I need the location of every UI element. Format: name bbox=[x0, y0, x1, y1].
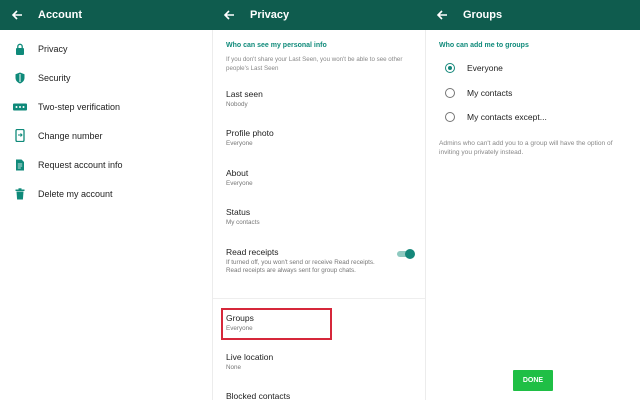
privacy-section-note: If you don't share your Last Seen, you w… bbox=[226, 56, 403, 72]
panel-divider bbox=[425, 30, 426, 400]
account-item-label: Security bbox=[38, 72, 71, 83]
option-my-contacts[interactable]: My contacts bbox=[445, 83, 630, 103]
item-title: Read receipts bbox=[226, 247, 279, 257]
groups-appbar: Groups bbox=[425, 0, 640, 30]
option-label: Everyone bbox=[467, 63, 503, 73]
done-button[interactable]: DONE bbox=[513, 370, 553, 391]
privacy-section-header: Who can see my personal info bbox=[226, 42, 327, 49]
trash-icon bbox=[12, 186, 28, 202]
item-subtitle: My contacts bbox=[226, 219, 260, 226]
privacy-item-read-receipts[interactable]: Read receipts If turned off, you won't s… bbox=[226, 247, 391, 276]
account-panel: Privacy Security Two-step verification C… bbox=[0, 30, 212, 400]
option-my-contacts-except[interactable]: My contacts except... bbox=[445, 107, 630, 127]
account-item-privacy[interactable]: Privacy bbox=[0, 34, 212, 63]
item-subtitle: Everyone bbox=[226, 140, 253, 147]
radio-unselected-icon bbox=[445, 112, 455, 122]
item-subtitle: Everyone bbox=[226, 325, 253, 332]
item-title: Blocked contacts bbox=[226, 391, 291, 400]
account-appbar: Account bbox=[0, 0, 212, 30]
account-item-two-step-verification[interactable]: Two-step verification bbox=[0, 92, 212, 121]
item-subtitle: None bbox=[226, 364, 242, 371]
item-title: Last seen bbox=[226, 89, 263, 99]
account-item-label: Delete my account bbox=[38, 188, 113, 199]
privacy-title: Privacy bbox=[250, 9, 290, 21]
screen: Account Privacy Groups Privacy Security bbox=[0, 0, 640, 400]
item-title: Live location bbox=[226, 352, 274, 362]
groups-title: Groups bbox=[463, 9, 503, 21]
account-item-label: Change number bbox=[38, 130, 103, 141]
option-label: My contacts bbox=[467, 88, 513, 98]
option-label: My contacts except... bbox=[467, 112, 547, 122]
groups-section-header: Who can add me to groups bbox=[439, 42, 529, 49]
privacy-item-live-location[interactable]: Live location None bbox=[226, 352, 415, 372]
account-item-delete-my-account[interactable]: Delete my account bbox=[0, 179, 212, 208]
privacy-item-about[interactable]: About Everyone bbox=[226, 168, 415, 188]
item-title: Status bbox=[226, 207, 251, 217]
privacy-item-groups[interactable]: Groups Everyone bbox=[226, 313, 415, 333]
privacy-item-blocked-contacts[interactable]: Blocked contacts bbox=[226, 391, 415, 400]
privacy-item-status[interactable]: Status My contacts bbox=[226, 207, 415, 227]
item-subtitle: If turned off, you won't send or receive… bbox=[226, 259, 375, 275]
account-title: Account bbox=[38, 9, 82, 21]
document-icon bbox=[12, 157, 28, 173]
groups-panel: Who can add me to groups Everyone My con… bbox=[425, 30, 640, 400]
account-item-request-account-info[interactable]: Request account info bbox=[0, 150, 212, 179]
account-item-change-number[interactable]: Change number bbox=[0, 121, 212, 150]
back-arrow-icon[interactable] bbox=[222, 8, 236, 22]
privacy-appbar: Privacy bbox=[212, 0, 425, 30]
item-title: About bbox=[226, 168, 249, 178]
account-item-label: Request account info bbox=[38, 159, 123, 170]
phone-swap-icon bbox=[12, 128, 28, 144]
item-subtitle: Everyone bbox=[226, 180, 253, 187]
radio-dot bbox=[447, 65, 453, 71]
account-item-label: Two-step verification bbox=[38, 101, 121, 112]
item-subtitle: Nobody bbox=[226, 101, 248, 108]
item-title: Groups bbox=[226, 313, 254, 323]
read-receipts-toggle[interactable] bbox=[395, 249, 415, 259]
divider bbox=[212, 298, 425, 299]
item-title: Profile photo bbox=[226, 128, 274, 138]
dots-icon bbox=[12, 99, 28, 115]
account-item-security[interactable]: Security bbox=[0, 63, 212, 92]
panel-divider bbox=[212, 30, 213, 400]
account-item-label: Privacy bbox=[38, 43, 68, 54]
groups-note: Admins who can't add you to a group will… bbox=[439, 140, 613, 156]
shield-icon bbox=[12, 70, 28, 86]
lock-icon bbox=[12, 41, 28, 57]
privacy-panel: Who can see my personal info If you don'… bbox=[212, 30, 425, 400]
privacy-item-profile-photo[interactable]: Profile photo Everyone bbox=[226, 128, 415, 148]
back-arrow-icon[interactable] bbox=[435, 8, 449, 22]
privacy-item-last-seen[interactable]: Last seen Nobody bbox=[226, 89, 415, 109]
toggle-knob bbox=[405, 249, 415, 259]
radio-selected-icon bbox=[445, 63, 455, 73]
back-arrow-icon[interactable] bbox=[10, 8, 24, 22]
radio-unselected-icon bbox=[445, 88, 455, 98]
option-everyone[interactable]: Everyone bbox=[445, 58, 630, 78]
